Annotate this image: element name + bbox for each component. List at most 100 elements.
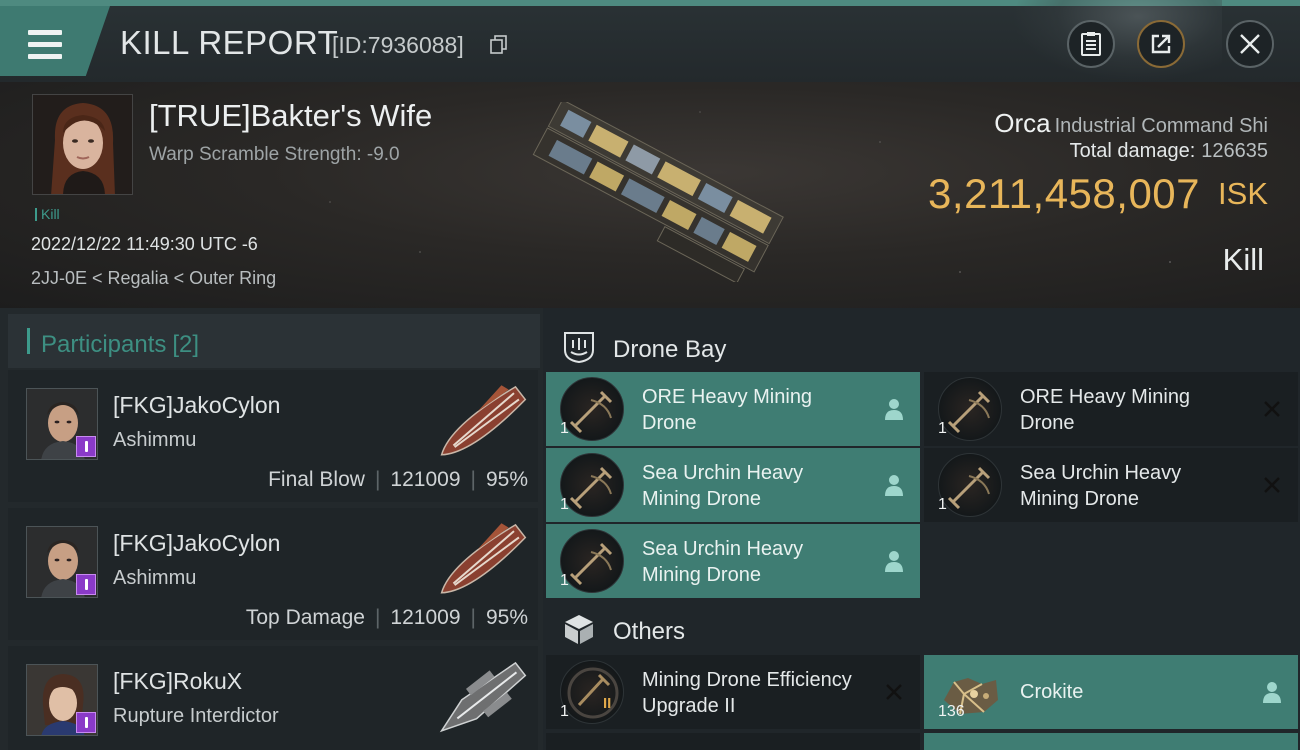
- stats-separator: |: [470, 606, 476, 629]
- total-damage-label: Total damage:: [1069, 140, 1196, 162]
- hamburger-icon[interactable]: [28, 30, 62, 60]
- participant-ship-icon: [439, 661, 527, 733]
- participant-row[interactable]: [FKG]RokuX Rupture Interdictor: [8, 646, 538, 750]
- stats-separator: |: [374, 468, 381, 491]
- cargo-box-icon: [565, 615, 593, 644]
- item-name: Sea Urchin Heavy Mining Drone: [642, 462, 804, 510]
- drone-bay-icon: [564, 332, 594, 364]
- drone-upgrade-icon: [567, 667, 619, 719]
- dropped-person-icon: [885, 399, 903, 420]
- victim-name[interactable]: [TRUE]Bakter's Wife: [149, 98, 432, 134]
- kill-result: Kill: [1222, 242, 1264, 277]
- participant-damage: 121009: [390, 606, 461, 629]
- item-quantity: 1: [560, 420, 569, 437]
- item-name: ORE Heavy Mining Drone: [642, 386, 813, 434]
- participant-ship-icon: [440, 385, 527, 456]
- participants-title: Participants: [41, 331, 167, 358]
- item-row[interactable]: 1 ORE Heavy Mining Drone: [546, 372, 920, 446]
- item-row[interactable]: 1 ORE Heavy Mining Drone: [924, 372, 1298, 446]
- participant-name[interactable]: [FKG]JakoCylon: [113, 392, 280, 419]
- warp-scramble-strength: Warp Scramble Strength: -9.0: [149, 144, 400, 165]
- participant-name[interactable]: [FKG]RokuX: [113, 668, 242, 695]
- item-name: Crokite: [1020, 681, 1084, 703]
- item-name: Sea Urchin Heavy Mining Drone: [1020, 462, 1182, 510]
- copy-icon[interactable]: [490, 35, 508, 55]
- stats-separator: |: [374, 606, 381, 629]
- item-quantity: 136: [938, 703, 965, 720]
- participant-row[interactable]: [FKG]JakoCylon Ashimmu Final Blow | 121009…: [8, 370, 538, 502]
- report-id: [ID:7936088]: [332, 32, 464, 58]
- participant-ship: Rupture Interdictor: [113, 705, 279, 727]
- victim-ship[interactable]: Orca Industrial Command Shi: [994, 108, 1268, 139]
- participant-role: Final Blow: [268, 468, 365, 491]
- close-button[interactable]: [1226, 20, 1274, 68]
- item-row[interactable]: [546, 733, 920, 750]
- victim-portrait[interactable]: [32, 94, 133, 195]
- participants-label: Participants [2]: [41, 331, 199, 359]
- item-thumbnail: [938, 453, 1002, 517]
- participant-name[interactable]: [FKG]JakoCylon: [113, 530, 280, 557]
- victim-avatar: [33, 95, 132, 194]
- share-button[interactable]: [1137, 20, 1185, 68]
- mining-drone-icon: [569, 542, 613, 586]
- item-row[interactable]: 1 Sea Urchin Heavy Mining Drone: [546, 524, 920, 598]
- header-decoration: [1012, 0, 1222, 82]
- menu-button[interactable]: [0, 6, 110, 76]
- participant-row[interactable]: [FKG]JakoCylon Ashimmu Top Damage | 121009…: [8, 508, 538, 640]
- others-header: Others: [543, 598, 1300, 658]
- item-thumbnail: [560, 377, 624, 441]
- item-name: Mining Drone Efficiency Upgrade II: [642, 669, 852, 717]
- item-thumbnail: [560, 660, 624, 724]
- item-quantity: 1: [560, 496, 569, 513]
- item-quantity: 1: [560, 572, 569, 589]
- kill-location[interactable]: 2JJ-0E < Regalia < Outer Ring: [31, 268, 276, 289]
- participant-stats: Top Damage | 121009 | 95%: [246, 606, 528, 630]
- destroyed-x-icon: [886, 684, 902, 700]
- corp-role-badge: [76, 436, 96, 457]
- isk-amount: 3,211,458,007: [928, 170, 1201, 217]
- item-row[interactable]: 1 Sea Urchin Heavy Mining Drone: [546, 448, 920, 522]
- total-damage-value: 126635: [1201, 140, 1268, 162]
- participant-percent: 95%: [485, 468, 528, 491]
- corp-role-badge: [76, 574, 96, 595]
- mining-drone-icon: [569, 390, 613, 434]
- dropped-person-icon: [1263, 682, 1281, 703]
- item-thumbnail: [938, 377, 1002, 441]
- dropped-person-icon: [885, 551, 903, 572]
- participant-ship-icon: [440, 523, 527, 594]
- item-quantity: 1: [938, 420, 947, 437]
- item-quantity: 1: [938, 496, 947, 513]
- close-icon: [1240, 34, 1260, 54]
- page-title: KILL REPORT: [120, 24, 339, 61]
- item-thumbnail: [560, 453, 624, 517]
- mining-drone-icon: [947, 390, 991, 434]
- ship-class: Industrial Command Shi: [1054, 115, 1268, 137]
- ship-name: Orca: [994, 108, 1051, 138]
- isk-value: 3,211,458,007 ISK: [928, 170, 1268, 218]
- participant-damage: 121009: [390, 468, 461, 491]
- item-thumbnail: [560, 529, 624, 593]
- item-quantity: 1: [560, 703, 569, 720]
- drone-bay-header: Drone Bay: [543, 316, 1300, 376]
- participants-panel: Participants[2] [FKG]JakoCylon Ashimmu: [0, 308, 543, 750]
- drone-bay-label: Drone Bay: [613, 336, 727, 363]
- participant-ship: Ashimmu: [113, 567, 197, 589]
- share-icon: [1151, 34, 1171, 54]
- destroyed-x-icon: [1264, 477, 1280, 493]
- destroyed-x-icon: [1264, 401, 1280, 417]
- participant-stats: Final Blow | 121009 | 95%: [268, 468, 528, 492]
- others-label: Others: [613, 618, 686, 645]
- item-row[interactable]: II 1 Mining Drone Efficiency Upgrade II: [546, 655, 920, 729]
- item-row[interactable]: 1 Sea Urchin Heavy Mining Drone: [924, 448, 1298, 522]
- item-name: Sea Urchin Heavy Mining Drone: [642, 538, 804, 586]
- clipboard-button[interactable]: [1067, 20, 1115, 68]
- item-row[interactable]: 136 Crokite: [924, 655, 1298, 729]
- participant-role: Top Damage: [245, 606, 365, 629]
- participant-percent: 95%: [485, 606, 528, 629]
- participants-header: Participants [2]: [8, 314, 540, 368]
- item-name: ORE Heavy Mining Drone: [1020, 386, 1191, 434]
- mining-drone-icon: [569, 466, 613, 510]
- item-row[interactable]: [924, 733, 1298, 750]
- clipboard-icon: [1081, 32, 1101, 56]
- victim-ship-render: [532, 102, 784, 282]
